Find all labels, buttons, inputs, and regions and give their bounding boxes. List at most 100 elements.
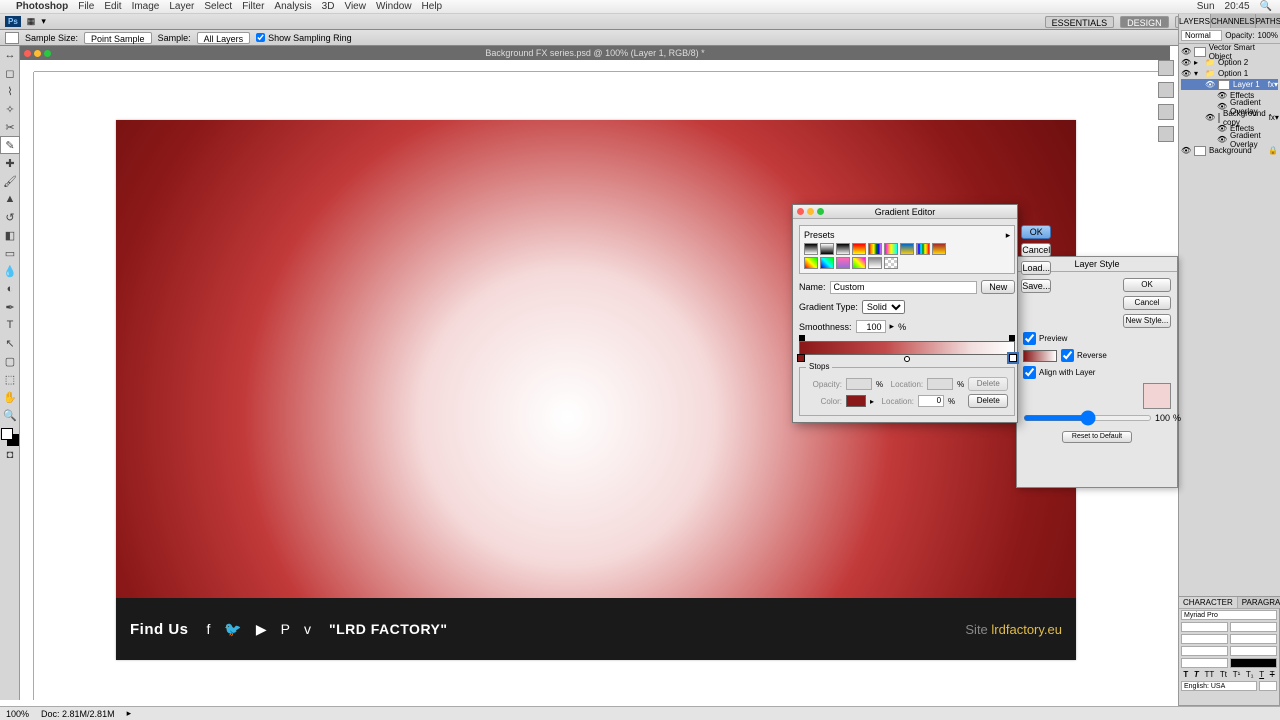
zoom-icon[interactable] [44, 50, 51, 57]
brush-tool[interactable]: 🖌 [0, 172, 20, 190]
smoothness-input[interactable] [856, 320, 886, 333]
font-size-field[interactable] [1181, 622, 1228, 632]
visibility-icon[interactable]: 👁 [1217, 91, 1227, 100]
history-panel-icon[interactable] [1158, 60, 1174, 76]
preset-swatch[interactable] [820, 243, 834, 255]
preset-swatch[interactable] [884, 243, 898, 255]
sample-select[interactable]: All Layers [197, 32, 251, 44]
layer-row[interactable]: 👁Layer 1fx▾ [1181, 79, 1278, 90]
cancel-button[interactable]: Cancel [1021, 243, 1051, 257]
workspace-essentials[interactable]: ESSENTIALS [1045, 16, 1115, 28]
zoom-level[interactable]: 100% [6, 709, 29, 719]
visibility-icon[interactable]: 👁 [1181, 69, 1191, 78]
fx-icon[interactable]: fx▾ [1268, 80, 1278, 89]
ruler-vertical[interactable] [20, 72, 34, 700]
crop-tool[interactable]: ✂ [0, 118, 20, 136]
location-field[interactable]: 0 [918, 395, 944, 407]
eraser-tool[interactable]: ◧ [0, 226, 20, 244]
app-name[interactable]: Photoshop [16, 1, 68, 12]
preset-swatch[interactable] [884, 257, 898, 269]
heal-tool[interactable]: ✚ [0, 154, 20, 172]
3d-tool[interactable]: ⬚ [0, 370, 20, 388]
layer-fx[interactable]: 👁Gradient Overlay [1181, 134, 1278, 145]
language-select[interactable]: English: USA [1181, 681, 1257, 691]
path-tool[interactable]: ↖ [0, 334, 20, 352]
swatches-panel-icon[interactable] [1158, 82, 1174, 98]
gradient-tool[interactable]: ▭ [0, 244, 20, 262]
type-select[interactable]: Solid [862, 300, 905, 314]
move-tool[interactable]: ↔ [0, 46, 20, 64]
aa-select[interactable] [1259, 681, 1277, 691]
preset-swatch[interactable] [852, 243, 866, 255]
blend-mode-select[interactable]: Normal [1181, 30, 1222, 41]
leading-field[interactable] [1230, 622, 1277, 632]
visibility-icon[interactable]: 👁 [1181, 47, 1191, 56]
presets-menu-icon[interactable]: ▸ [1006, 230, 1011, 241]
bridge-icon[interactable]: ▦ [27, 16, 36, 27]
blur-tool[interactable]: 💧 [0, 262, 20, 280]
type-tool[interactable]: T [0, 316, 20, 334]
visibility-icon[interactable]: 👁 [1181, 58, 1191, 67]
new-style-button[interactable]: New Style... [1123, 314, 1171, 328]
preset-swatch[interactable] [804, 257, 818, 269]
visibility-icon[interactable]: 👁 [1205, 113, 1215, 122]
reset-button[interactable]: Reset to Default [1062, 431, 1132, 443]
menu-analysis[interactable]: Analysis [274, 1, 311, 12]
tool-preset-icon[interactable] [5, 32, 19, 44]
menu-help[interactable]: Help [422, 1, 443, 12]
menu-window[interactable]: Window [376, 1, 412, 12]
tab-paths[interactable]: PATHS [1256, 14, 1280, 28]
preset-swatch[interactable] [820, 257, 834, 269]
color-stop[interactable] [797, 354, 805, 362]
opacity-stop[interactable] [799, 335, 805, 341]
tracking-field[interactable] [1230, 634, 1277, 644]
close-icon[interactable] [24, 50, 31, 57]
kerning-field[interactable] [1181, 634, 1228, 644]
lasso-tool[interactable]: ⌇ [0, 82, 20, 100]
reverse-checkbox[interactable]: Reverse [1061, 349, 1107, 362]
menu-file[interactable]: File [78, 1, 94, 12]
close-icon[interactable] [797, 208, 804, 215]
visibility-icon[interactable]: 👁 [1217, 124, 1227, 133]
tab-character[interactable]: CHARACTER [1179, 597, 1238, 608]
load-button[interactable]: Load... [1021, 261, 1051, 275]
delete-button[interactable]: Delete [968, 394, 1008, 408]
preset-swatch[interactable] [868, 243, 882, 255]
dodge-tool[interactable]: ◐ [0, 280, 20, 298]
preset-swatch[interactable] [836, 257, 850, 269]
quickmask-toggle[interactable]: ◘ [0, 446, 20, 464]
color-field[interactable] [1230, 658, 1277, 668]
history-brush-tool[interactable]: ↺ [0, 208, 20, 226]
opacity-stop[interactable] [1009, 335, 1015, 341]
visibility-icon[interactable]: 👁 [1217, 135, 1227, 144]
visibility-icon[interactable]: 👁 [1181, 146, 1191, 155]
gradient-bar[interactable] [799, 341, 1015, 355]
hand-tool[interactable]: ✋ [0, 388, 20, 406]
vscale-field[interactable] [1181, 646, 1228, 656]
preset-swatch[interactable] [836, 243, 850, 255]
color-stop[interactable] [1009, 354, 1017, 362]
name-input[interactable] [830, 281, 978, 294]
visibility-icon[interactable]: 👁 [1205, 80, 1215, 89]
menu-view[interactable]: View [344, 1, 366, 12]
preset-swatch[interactable] [932, 243, 946, 255]
pen-tool[interactable]: ✒ [0, 298, 20, 316]
delete-button[interactable]: Delete [968, 377, 1008, 391]
menu-filter[interactable]: Filter [242, 1, 264, 12]
cancel-button[interactable]: Cancel [1123, 296, 1171, 310]
preset-swatch[interactable] [916, 243, 930, 255]
fg-bg-color[interactable] [1, 428, 19, 446]
preset-swatch[interactable] [804, 243, 818, 255]
stamp-tool[interactable]: ▲ [0, 190, 20, 208]
minimize-icon[interactable] [807, 208, 814, 215]
font-family-select[interactable]: Myriad Pro [1181, 610, 1277, 620]
preset-swatch[interactable] [852, 257, 866, 269]
tab-channels[interactable]: CHANNELS [1211, 14, 1256, 28]
midpoint-stop[interactable] [904, 356, 910, 362]
menu-image[interactable]: Image [132, 1, 160, 12]
new-button[interactable]: New [981, 280, 1015, 294]
ok-button[interactable]: OK [1123, 278, 1171, 292]
show-sampling-ring-checkbox[interactable]: Show Sampling Ring [256, 33, 352, 43]
dialog-titlebar[interactable]: Gradient Editor [793, 205, 1017, 219]
zoom-tool[interactable]: 🔍 [0, 406, 20, 424]
